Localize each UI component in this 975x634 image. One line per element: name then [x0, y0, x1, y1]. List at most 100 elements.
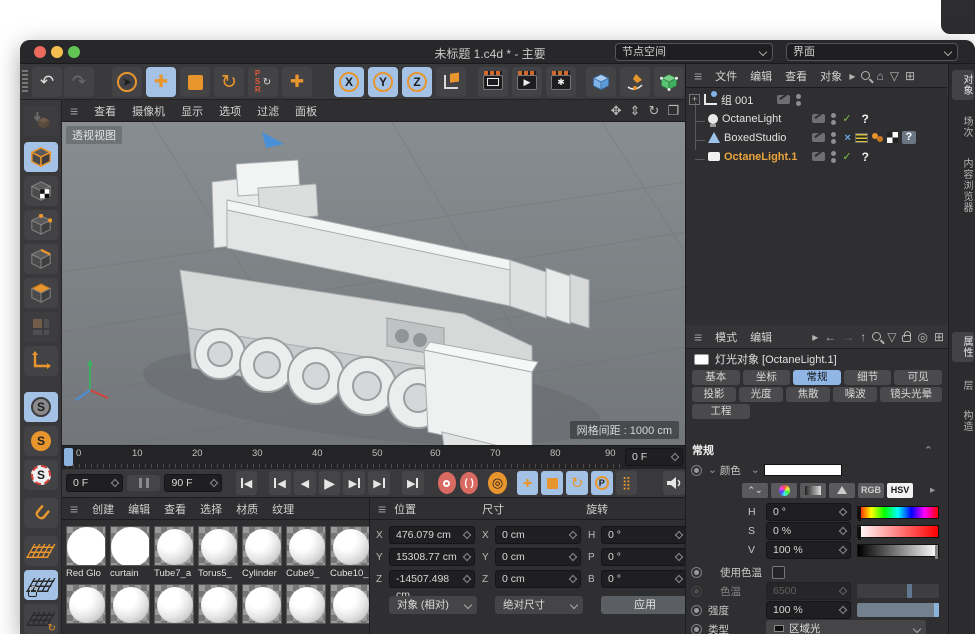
back-icon[interactable]: ←	[824, 330, 836, 344]
undo-button[interactable]: ↶	[32, 67, 62, 97]
global-move-button[interactable]: ✚	[282, 67, 312, 97]
tab-attributes[interactable]: 属性	[952, 332, 974, 362]
range-slider[interactable]	[127, 475, 160, 491]
saturation-bar[interactable]	[857, 525, 939, 538]
checker-tag[interactable]	[887, 132, 898, 143]
last-tool-psr-button[interactable]: PSR↻	[248, 67, 278, 97]
enabled-check-icon[interactable]: ✓	[842, 112, 851, 125]
key-pla-toggle[interactable]: ⣿	[616, 471, 638, 495]
rotation-b-field[interactable]: 0 °	[601, 570, 687, 588]
saturation-field[interactable]: 0 %	[766, 522, 851, 540]
key-position-toggle[interactable]: ✚	[517, 471, 539, 495]
size-z-field[interactable]: 0 cm	[495, 570, 581, 588]
use-temperature-checkbox[interactable]	[772, 566, 785, 579]
render-view-button[interactable]	[478, 67, 508, 97]
target-icon[interactable]: ◎	[917, 330, 927, 344]
enabled-check-icon[interactable]: ✓	[842, 150, 851, 163]
am-menu-edit[interactable]: 编辑	[750, 329, 772, 345]
tweak-mode-button[interactable]	[24, 312, 58, 342]
temperature-slider[interactable]	[857, 584, 939, 598]
lock-workplane-button[interactable]	[24, 570, 58, 600]
visibility-dots[interactable]	[831, 132, 836, 144]
object-row-octanelight1[interactable]: OctaneLight.1 ✓ ?	[686, 147, 920, 166]
visibility-dots[interactable]	[831, 151, 836, 163]
redo-button[interactable]: ↷	[64, 67, 94, 97]
size-y-field[interactable]: 0 cm	[495, 548, 581, 566]
position-y-field[interactable]: 15308.77 cm	[389, 548, 475, 566]
gradient-icon[interactable]	[800, 483, 826, 498]
quantize-button[interactable]: S	[24, 460, 58, 490]
position-x-field[interactable]: 476.079 cm	[389, 526, 475, 544]
material-item[interactable]: Cylinder	[242, 526, 284, 579]
material-item[interactable]	[198, 584, 240, 624]
zoom-view-icon[interactable]: ⇕	[630, 103, 641, 119]
tab-shadow[interactable]: 投影	[692, 387, 736, 402]
key-scale-toggle[interactable]	[541, 471, 563, 495]
image-icon[interactable]	[829, 483, 855, 498]
snap-settings-button[interactable]: S	[24, 426, 58, 456]
mat-menu-material[interactable]: 材质	[236, 501, 258, 517]
add-layer-icon[interactable]: ⊞	[905, 69, 915, 83]
object-row-octanelight[interactable]: OctaneLight ✓ ?	[686, 109, 920, 128]
enable-snap-button[interactable]: S	[24, 392, 58, 422]
tab-takes[interactable]: 场次	[952, 112, 974, 142]
tab-visibility[interactable]: 可见	[894, 370, 942, 385]
filter-icon[interactable]: ▽	[890, 69, 899, 83]
material-item[interactable]: curtain	[110, 526, 152, 579]
anim-dot[interactable]	[691, 567, 702, 578]
rotate-view-icon[interactable]: ↻	[648, 103, 659, 119]
tab-noise[interactable]: 噪波	[833, 387, 877, 402]
anim-dot[interactable]	[691, 465, 702, 476]
sound-toggle[interactable]	[663, 471, 685, 495]
mat-menu-texture[interactable]: 纹理	[272, 501, 294, 517]
toolbar-grip[interactable]	[22, 70, 28, 94]
prev-frame-button[interactable]: ◀	[294, 471, 316, 495]
menu-display[interactable]: 显示	[181, 103, 203, 119]
temperature-field[interactable]: 6500	[766, 582, 851, 600]
keyframe-selection-button[interactable]: ◎	[488, 472, 506, 494]
question-tag[interactable]: ?	[862, 150, 869, 164]
move-tool-button[interactable]: ✚	[146, 67, 176, 97]
workplane-button[interactable]	[24, 536, 58, 566]
rgb-mode-button[interactable]: RGB	[858, 483, 884, 498]
record-keyframe-button[interactable]	[438, 472, 456, 494]
xpresso-tag[interactable]: ×	[844, 132, 850, 144]
color-swatch[interactable]	[764, 464, 842, 476]
goto-start-button[interactable]: ◀	[236, 471, 258, 495]
apply-button[interactable]: 应用	[601, 596, 689, 614]
edge-mode-button[interactable]	[24, 244, 58, 274]
planar-workplane-button[interactable]: ↻	[24, 604, 58, 634]
axis-mode-button[interactable]	[24, 346, 58, 376]
tab-structure[interactable]: 构造	[952, 406, 974, 436]
menu-options[interactable]: 选项	[219, 103, 241, 119]
search-icon[interactable]	[872, 332, 881, 341]
interface-dropdown[interactable]: 界面	[786, 43, 958, 61]
texture-mode-button[interactable]	[24, 176, 58, 206]
x-axis-lock-button[interactable]: X	[334, 67, 364, 97]
mat-menu-select[interactable]: 选择	[200, 501, 222, 517]
new-window-icon[interactable]: ⊞	[934, 330, 944, 344]
material-item[interactable]: Red Glo	[66, 526, 108, 579]
question-tag[interactable]: ?	[862, 112, 869, 126]
goto-end-button[interactable]: ▶	[402, 471, 424, 495]
tab-coord[interactable]: 坐标	[743, 370, 791, 385]
next-frame-button[interactable]: ▶	[343, 471, 365, 495]
close-button[interactable]	[34, 46, 46, 58]
tab-basic[interactable]: 基本	[692, 370, 740, 385]
rotation-h-field[interactable]: 0 °	[601, 526, 687, 544]
menu-panel[interactable]: 面板	[295, 103, 317, 119]
key-parameter-toggle[interactable]: P	[591, 471, 613, 495]
material-item[interactable]	[154, 584, 196, 624]
object-row-boxedstudio[interactable]: BoxedStudio × ?	[686, 128, 920, 147]
tab-project[interactable]: 工程	[692, 404, 750, 419]
more-menus-icon[interactable]: ▸	[812, 330, 818, 344]
rotate-tool-button[interactable]: ↻	[214, 67, 244, 97]
render-picture-viewer-button[interactable]: ▶	[512, 67, 542, 97]
intensity-slider[interactable]	[857, 603, 939, 617]
intensity-field[interactable]: 100 %	[766, 601, 851, 619]
value-bar[interactable]	[857, 544, 939, 557]
menu-filter[interactable]: 过滤	[257, 103, 279, 119]
anim-dot[interactable]	[691, 624, 702, 634]
viewport-menu-button[interactable]: ≡	[70, 103, 78, 119]
hamburger-icon[interactable]: ≡	[378, 501, 386, 517]
